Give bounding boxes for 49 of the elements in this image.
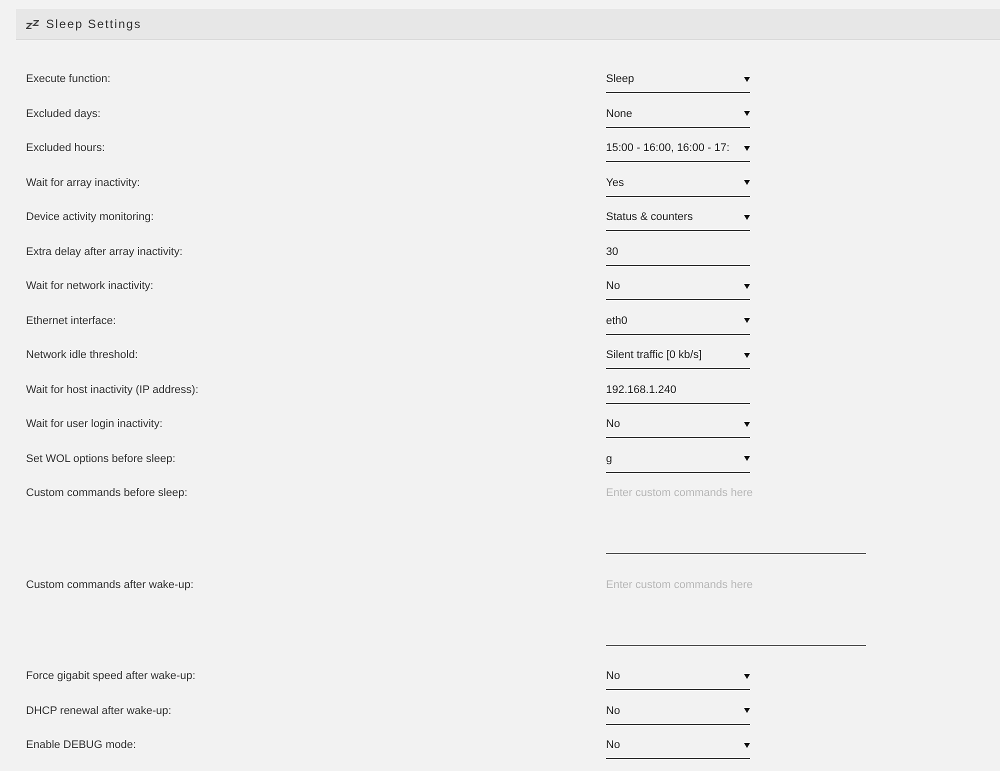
caret-icon — [744, 180, 750, 185]
input-field[interactable]: 30 — [606, 234, 750, 266]
caret-icon — [744, 214, 750, 220]
caret-icon — [744, 76, 750, 82]
dropdown[interactable]: Yes — [606, 166, 750, 196]
dropdown[interactable]: Silent traffic [0 kb/s] — [606, 338, 750, 369]
caret-icon — [744, 422, 750, 426]
caret-icon — [744, 456, 750, 461]
caret-icon — [744, 318, 750, 323]
setting-label: Wait for network inactivity: — [26, 279, 154, 294]
section-title: Sleep Settings — [46, 16, 142, 33]
setting-label: Ethernet interface: — [26, 314, 117, 328]
dropdown[interactable]: No — [606, 694, 750, 724]
setting-label: Excluded hours: — [26, 141, 106, 156]
setting-label: Custom commands before sleep: — [26, 486, 188, 501]
setting-label: Extra delay after array inactivity: — [26, 244, 184, 260]
setting-label: Execute function: — [26, 72, 112, 87]
caret-icon — [744, 146, 750, 150]
setting-label: Excluded days: — [26, 106, 102, 122]
caret-icon — [744, 352, 750, 358]
caret-icon — [744, 674, 750, 678]
dropdown[interactable]: eth0 — [606, 304, 750, 334]
dropdown[interactable]: Status & counters — [606, 200, 750, 231]
setting-label: DHCP renewal after wake-up: — [26, 704, 172, 718]
dropdown[interactable]: No — [606, 659, 750, 690]
setting-label: Force gigabit speed after wake-up: — [26, 669, 196, 684]
dropdown[interactable]: No — [606, 407, 750, 438]
caret-icon — [744, 742, 750, 748]
setting-label: Set WOL options before sleep: — [26, 452, 176, 466]
dropdown[interactable]: 15:00 - 16:00, 16:00 - 17: — [606, 131, 750, 162]
textarea-field[interactable]: Enter custom commands here — [606, 568, 866, 646]
dropdown[interactable]: Sleep — [606, 62, 750, 93]
setting-label: Network idle threshold: — [26, 348, 139, 363]
dropdown[interactable]: No — [606, 269, 750, 300]
setting-label: Device activity monitoring: — [26, 210, 155, 225]
setting-label: Custom commands after wake-up: — [26, 578, 195, 592]
sleep-icon — [26, 20, 39, 28]
setting-label: Wait for array inactivity: — [26, 176, 141, 190]
caret-icon — [744, 708, 750, 713]
setting-label: Wait for user login inactivity: — [26, 417, 164, 432]
textarea-field[interactable]: Enter custom commands here — [606, 476, 866, 554]
caret-icon — [744, 111, 750, 116]
setting-label: Enable DEBUG mode: — [26, 738, 138, 753]
dropdown[interactable]: No — [606, 728, 750, 759]
input-field[interactable]: 192.168.1.240 — [606, 372, 750, 404]
setting-label: Wait for host inactivity (IP address): — [26, 382, 200, 398]
dropdown[interactable]: g — [606, 442, 750, 472]
dropdown[interactable]: None — [606, 96, 750, 128]
caret-icon — [744, 284, 750, 288]
